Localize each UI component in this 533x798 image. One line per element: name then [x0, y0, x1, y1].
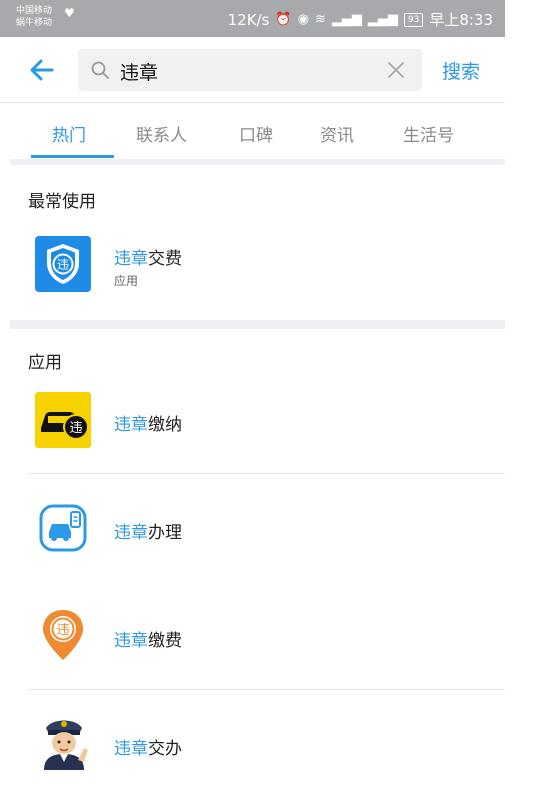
svg-text:违: 违 — [56, 623, 69, 638]
app-title: 违章缴费 — [114, 626, 182, 651]
app-title: 违章缴纳 — [114, 410, 182, 435]
svg-text:违: 违 — [69, 421, 82, 436]
carrier-info: 中国移动 蜗牛移动 — [16, 5, 52, 29]
battery-icon: 93 — [403, 12, 424, 27]
status-icons: 12K/s ⏰ ◉ ≋ ▂▄▆ ▂▄▆ 93 早上8:33 — [228, 9, 493, 30]
list-item-app-2[interactable]: 违 违章缴费 — [0, 592, 505, 682]
list-item-app-3[interactable]: 违章交办 — [0, 700, 505, 790]
app-name-rest: 缴纳 — [148, 415, 182, 435]
search-button[interactable]: 搜索 — [442, 57, 480, 84]
tab-reviews[interactable]: 口碑 — [239, 121, 273, 146]
signal-2g-icon: ▂▄▆ — [367, 12, 398, 27]
app-title: 违章交费 — [114, 244, 182, 269]
section-title-frequent: 最常使用 — [28, 192, 96, 212]
alarm-icon: ⏰ — [275, 12, 292, 27]
highlight-keyword: 违章 — [114, 739, 148, 759]
carrier-2: 蜗牛移动 — [16, 18, 53, 28]
app-name-rest: 缴费 — [148, 631, 182, 651]
status-bar: 中国移动 蜗牛移动 ♥ 12K/s ⏰ ◉ ≋ ▂▄▆ ▂▄▆ 93 早上8:3… — [0, 0, 505, 37]
list-item-app-0[interactable]: 违 违章缴纳 — [0, 376, 505, 466]
app-name-rest: 办理 — [148, 523, 182, 543]
eye-icon: ◉ — [297, 12, 309, 27]
highlight-keyword: 违章 — [114, 523, 148, 543]
car-document-icon — [39, 504, 87, 552]
tab-divider — [10, 159, 505, 165]
highlight-keyword: 违章 — [114, 631, 148, 651]
carrier-1: 中国移动 — [16, 6, 53, 16]
search-query[interactable]: 违章 — [120, 58, 158, 85]
row-divider — [28, 473, 505, 474]
search-input[interactable]: 违章 — [78, 49, 422, 91]
svg-text:违: 违 — [57, 258, 69, 272]
app-title: 违章办理 — [114, 518, 182, 543]
traffic-police-icon — [44, 720, 88, 770]
heart-icon: ♥ — [64, 6, 75, 20]
row-divider — [28, 689, 505, 690]
search-header: 违章 搜索 — [0, 37, 505, 103]
app-name-rest: 交费 — [148, 249, 182, 269]
shield-violation-icon: 违 — [35, 236, 91, 292]
search-icon — [91, 61, 109, 79]
list-item-app-1[interactable]: 违章办理 — [0, 484, 505, 574]
highlight-keyword: 违章 — [114, 415, 148, 435]
clock: 早上8:33 — [429, 11, 493, 29]
section-title-apps: 应用 — [28, 353, 62, 373]
back-arrow-icon[interactable] — [26, 54, 58, 86]
tab-hot[interactable]: 热门 — [52, 121, 86, 146]
tab-news[interactable]: 资讯 — [320, 121, 354, 146]
app-title: 违章交办 — [114, 734, 182, 759]
tab-lifestyle[interactable]: 生活号 — [403, 121, 454, 146]
section-divider — [10, 320, 505, 329]
app-subtitle: 应用 — [114, 274, 139, 288]
active-tab-indicator — [31, 155, 114, 158]
list-item-frequent-0[interactable]: 违 违章交费 应用 — [0, 228, 505, 318]
clear-icon[interactable] — [386, 60, 406, 80]
signal-4g-icon: ▂▄▆ — [331, 12, 362, 27]
location-pin-violation-icon: 违 — [43, 610, 83, 660]
app-name-rest: 交办 — [148, 739, 182, 759]
wifi-icon: ≋ — [314, 12, 326, 27]
tab-contacts[interactable]: 联系人 — [136, 121, 187, 146]
highlight-keyword: 违章 — [114, 249, 148, 269]
network-speed: 12K/s — [227, 10, 270, 29]
tab-bar: 热门 联系人 口碑 资讯 生活号 — [0, 103, 505, 159]
car-violation-icon: 违 — [35, 392, 91, 448]
